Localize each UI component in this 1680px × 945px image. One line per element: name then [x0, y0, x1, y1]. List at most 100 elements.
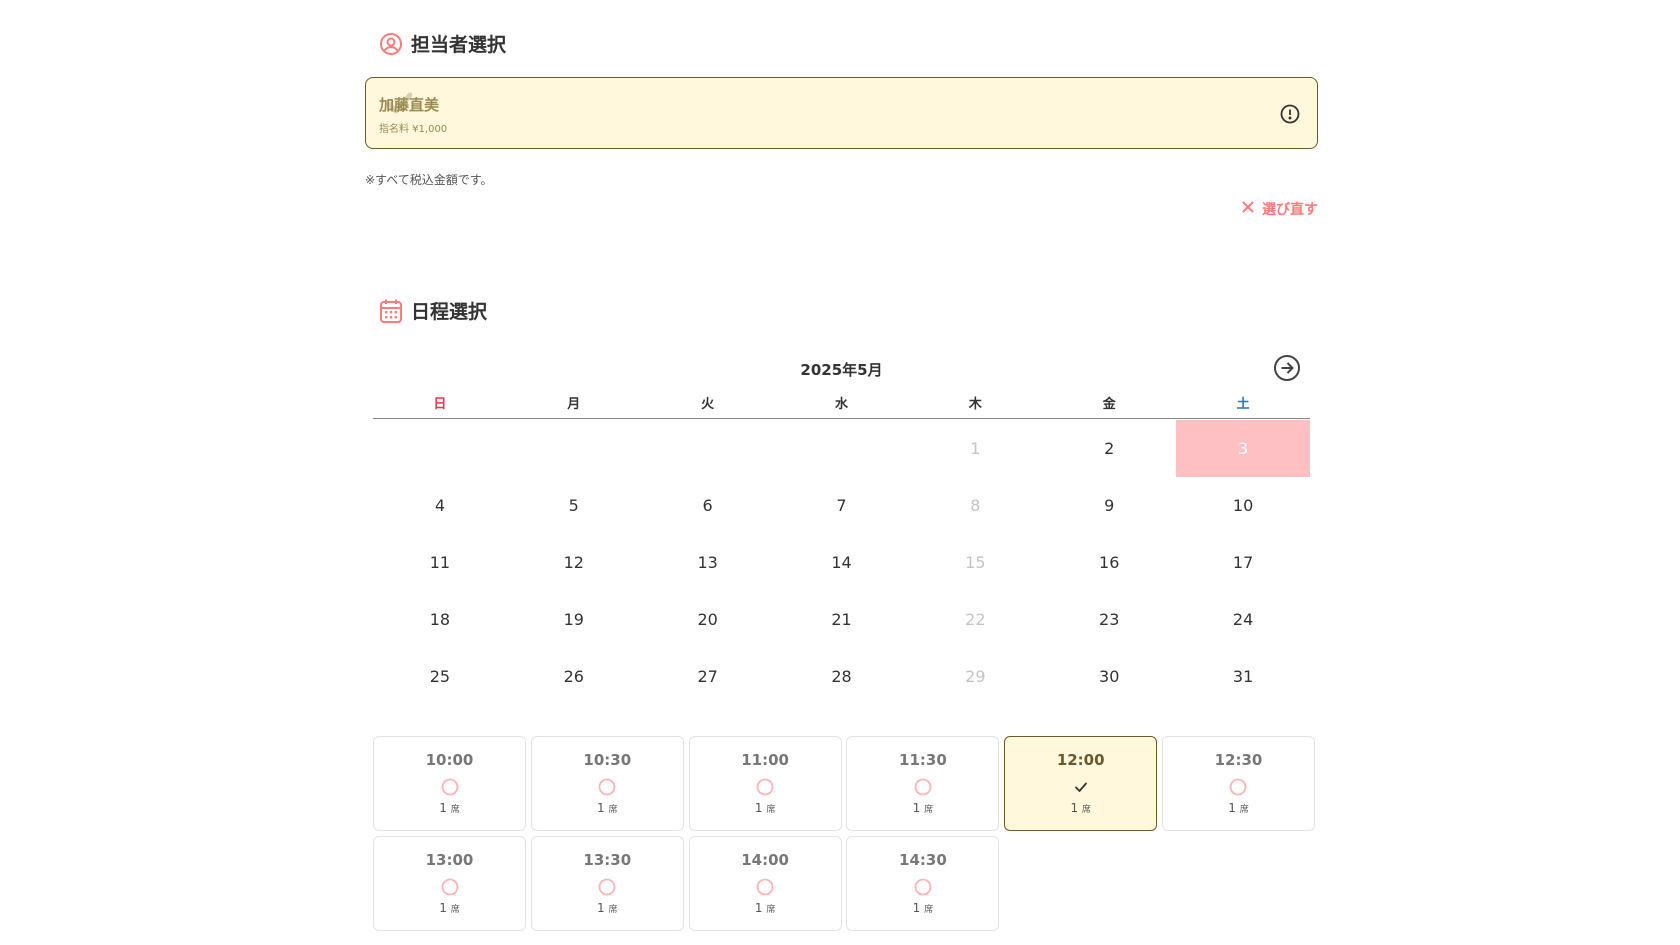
- time-slot-time: 10:30: [583, 751, 632, 769]
- calendar-day[interactable]: 24: [1176, 591, 1310, 648]
- time-slot-time: 11:00: [741, 751, 789, 769]
- seat-count-number: 1: [597, 801, 605, 815]
- time-slot[interactable]: 11:00 1 席: [688, 736, 842, 831]
- time-slot-time: 11:30: [899, 751, 947, 769]
- check-icon: [1072, 778, 1090, 796]
- calendar-day[interactable]: 2: [1042, 420, 1176, 477]
- staff-name: 加藤直美: [379, 96, 440, 114]
- calendar-day: 8: [970, 496, 981, 515]
- calendar-day[interactable]: 18: [373, 591, 507, 648]
- seat-count-number: 1: [912, 801, 921, 815]
- seat-unit: 席: [608, 905, 618, 915]
- calendar-day[interactable]: 21: [775, 591, 909, 648]
- time-slot-time: 12:00: [1056, 751, 1105, 769]
- seat-count-number: 1: [439, 901, 447, 915]
- calendar-day[interactable]: 27: [641, 648, 775, 705]
- calendar-day: 15: [965, 553, 986, 572]
- seat-count-number: 1: [754, 901, 763, 915]
- calendar-day[interactable]: 5: [507, 477, 641, 534]
- seat-count: 1 席: [374, 901, 525, 915]
- time-slot[interactable]: 10:30 1 席: [530, 736, 684, 831]
- seat-unit: 席: [450, 805, 460, 815]
- time-slot-time: 14:30: [899, 851, 947, 869]
- calendar-day[interactable]: 11: [373, 534, 507, 591]
- calendar-day[interactable]: 12: [507, 534, 641, 591]
- calendar-day[interactable]: 28: [775, 648, 909, 705]
- weekday-header: 日月火水木金土: [373, 393, 1310, 419]
- calendar-day: 1: [970, 439, 981, 458]
- next-month-button[interactable]: [1273, 354, 1301, 382]
- calendar-icon: [379, 298, 403, 324]
- available-circle-icon: [598, 778, 616, 796]
- calendar-day[interactable]: 31: [1176, 648, 1310, 705]
- calendar-month: 2025年5月: [800, 361, 883, 379]
- seat-count-number: 1: [754, 801, 763, 815]
- calendar-day[interactable]: 26: [507, 648, 641, 705]
- seat-count: 1 席: [532, 901, 683, 915]
- available-circle-icon: [756, 878, 774, 896]
- seat-unit: 席: [924, 905, 934, 915]
- time-slot-grid: 10:00 1 席 10:30 1 席 11:00 1 席 11:30 1 席 12:00 1 席…: [373, 736, 1315, 931]
- calendar-day[interactable]: 13: [641, 534, 775, 591]
- seat-count-number: 1: [597, 901, 605, 915]
- calendar-day: 22: [965, 610, 986, 629]
- calendar-empty-cell: [641, 420, 775, 477]
- weekday-label: 金: [1102, 397, 1116, 412]
- weekday-label: 月: [567, 397, 581, 412]
- calendar-day[interactable]: 19: [507, 591, 641, 648]
- calendar-day[interactable]: 9: [1042, 477, 1176, 534]
- calendar-day[interactable]: 20: [641, 591, 775, 648]
- calendar-day[interactable]: 30: [1042, 648, 1176, 705]
- seat-count-number: 1: [912, 901, 921, 915]
- calendar-day[interactable]: 14: [775, 534, 909, 591]
- available-circle-icon: [441, 778, 459, 796]
- selected-staff-card[interactable]: 加藤直美 指名料 ¥1,000: [365, 77, 1318, 149]
- calendar-day[interactable]: 16: [1042, 534, 1176, 591]
- info-icon[interactable]: [1279, 103, 1301, 125]
- calendar-day[interactable]: 6: [641, 477, 775, 534]
- calendar-day[interactable]: 17: [1176, 534, 1310, 591]
- calendar-day[interactable]: 7: [775, 477, 909, 534]
- weekday-label: 水: [834, 397, 848, 412]
- calendar-day[interactable]: 10: [1176, 477, 1310, 534]
- nomination-fee: 指名料 ¥1,000: [379, 124, 448, 135]
- reselect-button[interactable]: 選び直す: [1242, 199, 1318, 219]
- available-circle-icon: [598, 878, 616, 896]
- seat-count: 1 席: [532, 801, 683, 815]
- weekday-label: 木: [968, 397, 982, 412]
- reselect-label: 選び直す: [1262, 202, 1318, 218]
- calendar-empty-cell: [775, 420, 909, 477]
- staff-section-label: 担当者選択: [411, 34, 507, 56]
- available-circle-icon: [1229, 778, 1247, 796]
- staff-section-title: 担当者選択: [379, 30, 506, 57]
- seat-count: 1 席: [847, 801, 998, 815]
- calendar-day[interactable]: 25: [373, 648, 507, 705]
- seat-count: 1 席: [847, 901, 998, 915]
- user-circle-icon: [379, 32, 403, 56]
- time-slot[interactable]: 13:00 1 席: [373, 836, 526, 931]
- time-slot[interactable]: 11:30 1 席: [846, 736, 1000, 831]
- time-slot[interactable]: 14:00 1 席: [688, 836, 842, 931]
- weekday-label: 日: [433, 397, 447, 412]
- time-slot[interactable]: 14:30 1 席: [846, 836, 1000, 931]
- calendar-day-selected[interactable]: 3: [1176, 420, 1310, 477]
- time-slot[interactable]: 13:30 1 席: [530, 836, 684, 931]
- seat-count: 1 席: [1163, 801, 1314, 815]
- time-slot-selected[interactable]: 12:00 1 席: [1004, 736, 1158, 831]
- close-icon: [1242, 201, 1254, 217]
- schedule-section-label: 日程選択: [411, 301, 488, 323]
- seat-count-number: 1: [1228, 801, 1236, 815]
- available-circle-icon: [441, 878, 459, 896]
- available-circle-icon: [914, 878, 932, 896]
- schedule-section-title: 日程選択: [379, 297, 487, 324]
- seat-count: 1 席: [374, 801, 525, 815]
- seat-unit: 席: [608, 805, 618, 815]
- time-slot[interactable]: 12:30 1 席: [1161, 736, 1315, 831]
- calendar-day[interactable]: 4: [373, 477, 507, 534]
- weekday-label: 火: [701, 397, 715, 412]
- calendar-empty-cell: [373, 420, 507, 477]
- calendar-day[interactable]: 23: [1042, 591, 1176, 648]
- time-slot-time: 12:30: [1214, 751, 1263, 769]
- seat-count: 1 席: [690, 801, 841, 815]
- time-slot[interactable]: 10:00 1 席: [373, 736, 526, 831]
